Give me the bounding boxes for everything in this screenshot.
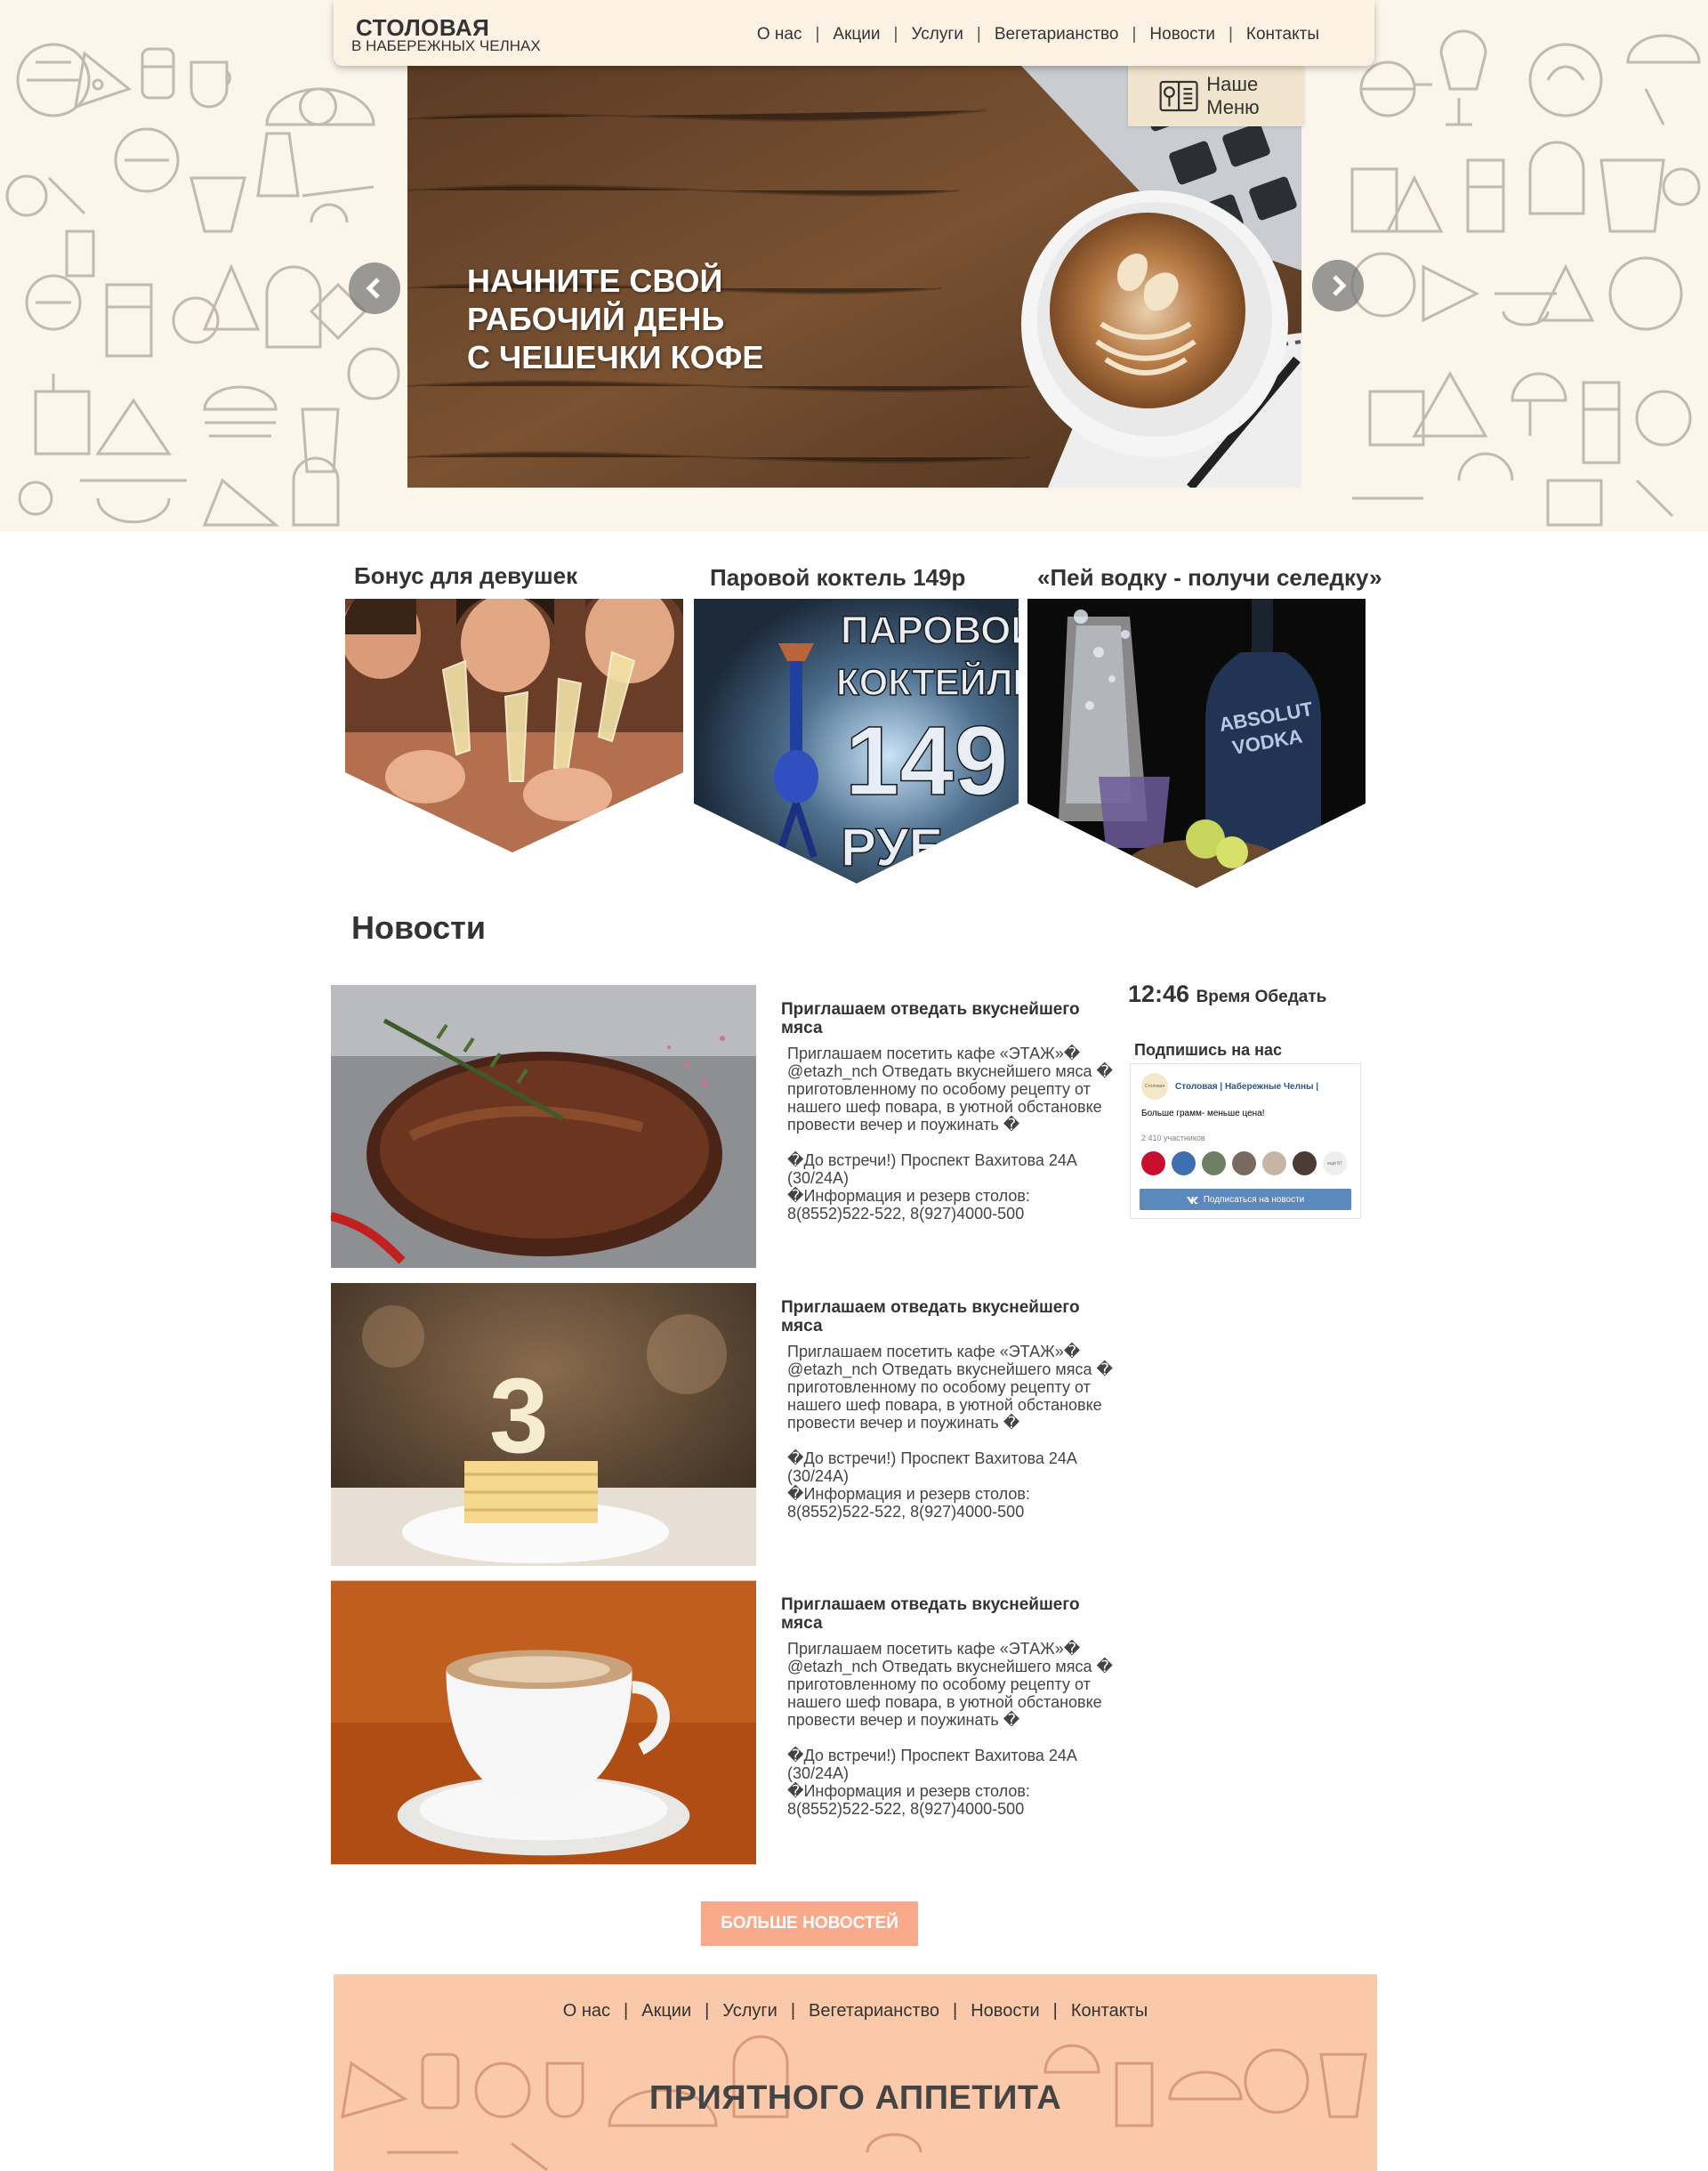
avatar-more[interactable]: ещё 57 [1323, 1151, 1347, 1175]
slide-caption-line-3: С ЧЕШЕЧКИ КОФЕ [467, 339, 764, 375]
vk-group-logo[interactable]: Столовая [1141, 1073, 1168, 1100]
hero-slider: НАЧНИТЕ СВОЙ РАБОЧИЙ ДЕНЬ С ЧЕШЕЧКИ КОФЕ [407, 66, 1301, 488]
avatar[interactable] [1293, 1151, 1317, 1175]
vk-member-avatars: ещё 57 [1141, 1151, 1353, 1175]
news-phone: �Информация и резерв столов: 8(8552)522-… [787, 1187, 1030, 1223]
promo-card-vodka[interactable]: ABSOLUT VODKA [1027, 599, 1366, 888]
nav-item-news[interactable]: Новости [1149, 25, 1215, 44]
steam-cocktail-image-text-2: КОКТЕЙЛЬ [836, 660, 1019, 703]
news-address: �До встречи!) Проспект Вахитова 24А (30/… [787, 1449, 1077, 1485]
news-text-paragraph: Приглашаем посетить кафе «ЭТАЖ»� @etazh_… [787, 1343, 1113, 1432]
avatar[interactable] [1262, 1151, 1286, 1175]
our-menu-label: Наше Меню [1206, 73, 1260, 118]
footer-nav: О нас | Акции | Услуги | Вегетарианство … [334, 2001, 1377, 2022]
nav-item-about[interactable]: О нас [757, 25, 802, 44]
vk-icon [1186, 1196, 1198, 1204]
news-title[interactable]: Приглашаем отведать вкуснейшего мяса [781, 1000, 1119, 1037]
news-heading: Новости [351, 909, 486, 946]
slide-caption-line-1: НАЧНИТЕ СВОЙ [467, 262, 723, 299]
promo-title-vodka: «Пей водку - получи селедку» [1037, 564, 1382, 591]
avatar[interactable] [1232, 1151, 1256, 1175]
lunch-clock: 12:46 Время Обедать [1128, 981, 1326, 1008]
nav-separator: | [624, 2001, 629, 2021]
slider-next-button[interactable] [1312, 260, 1364, 311]
nav-item-vegetarian[interactable]: Вегетарианство [995, 25, 1119, 44]
footer-slogan: ПРИЯТНОГО АППЕТИТА [649, 2079, 1062, 2117]
vk-group-widget: Столовая Столовая | Набережные Челны | Б… [1130, 1063, 1361, 1219]
vk-group-name[interactable]: Столовая | Набережные Челны | [1175, 1082, 1318, 1092]
footer-nav-vegetarian[interactable]: Вегетарианство [809, 2001, 939, 2022]
news-text-paragraph: Приглашаем посетить кафе «ЭТАЖ»� @etazh_… [787, 1045, 1113, 1134]
top-navbar: СТОЛОВАЯ В НАБЕРЕЖНЫХ ЧЕЛНАХ О нас | Акц… [334, 0, 1374, 66]
promo-card-girls-bonus[interactable] [345, 599, 683, 852]
avatar[interactable] [1202, 1151, 1226, 1175]
nav-separator: | [815, 25, 820, 44]
news-image-steak[interactable] [331, 985, 756, 1268]
clock-time: 12:46 [1128, 981, 1190, 1007]
footer-nav-services[interactable]: Услуги [722, 2001, 777, 2022]
nav-item-contacts[interactable]: Контакты [1246, 25, 1319, 44]
nav-separator: | [893, 25, 898, 44]
our-menu-button[interactable]: Наше Меню [1128, 66, 1304, 126]
vk-group-status: Больше грамм- меньше цена! [1141, 1109, 1265, 1118]
subscribe-label: Подпишись на нас [1134, 1041, 1282, 1059]
svg-text:3: 3 [489, 1356, 549, 1475]
promo-card-steam-cocktail[interactable]: ПАРОВОЙ КОКТЕЙЛЬ 149 РУБ [694, 599, 1019, 884]
news-phone: �Информация и резерв столов: 8(8552)522-… [787, 1782, 1030, 1818]
hero-section: НАЧНИТЕ СВОЙ РАБОЧИЙ ДЕНЬ С ЧЕШЕЧКИ КОФЕ… [0, 0, 1708, 532]
news-body: Приглашаем посетить кафе «ЭТАЖ»� @etazh_… [787, 1045, 1116, 1223]
promo-title-girls-bonus: Бонус для девушек [354, 562, 578, 589]
nav-separator: | [976, 25, 981, 44]
news-body: Приглашаем посетить кафе «ЭТАЖ»� @etazh_… [787, 1640, 1116, 1818]
main-nav: О нас | Акции | Услуги | Вегетарианство … [757, 25, 1319, 44]
nav-separator: | [953, 2001, 958, 2021]
news-address: �До встречи!) Проспект Вахитова 24А (30/… [787, 1747, 1077, 1782]
clock-label: Время Обедать [1196, 988, 1327, 1006]
steam-cocktail-image-text-3: 149 [845, 706, 1009, 816]
news-phone: �Информация и резерв столов: 8(8552)522-… [787, 1485, 1030, 1521]
chevron-left-icon [366, 278, 380, 299]
nav-item-services[interactable]: Услуги [911, 25, 963, 44]
nav-separator: | [705, 2001, 710, 2021]
footer-nav-news[interactable]: Новости [971, 2001, 1039, 2022]
avatar[interactable] [1141, 1151, 1165, 1175]
menu-book-icon [1159, 80, 1198, 112]
news-body: Приглашаем посетить кафе «ЭТАЖ»� @etazh_… [787, 1343, 1116, 1521]
news-image-coffee-cup[interactable] [331, 1580, 756, 1865]
footer: О нас | Акции | Услуги | Вегетарианство … [334, 1974, 1377, 2171]
nav-separator: | [1228, 25, 1233, 44]
nav-separator: | [790, 2001, 796, 2021]
vk-subscribe-label: Подписаться на новости [1203, 1194, 1305, 1205]
news-image-cake[interactable]: 3 [331, 1283, 756, 1566]
footer-nav-contacts[interactable]: Контакты [1071, 2001, 1148, 2022]
promo-title-steam-cocktail: Паровой коктель 149р [710, 564, 966, 591]
slide-caption: НАЧНИТЕ СВОЙ РАБОЧИЙ ДЕНЬ С ЧЕШЕЧКИ КОФЕ [467, 262, 763, 376]
news-address: �До встречи!) Проспект Вахитова 24А (30/… [787, 1151, 1077, 1187]
logo-subtitle: В НАБЕРЕЖНЫХ ЧЕЛНАХ [351, 37, 541, 54]
slide-caption-line-2: РАБОЧИЙ ДЕНЬ [467, 301, 725, 337]
nav-item-promotions[interactable]: Акции [833, 25, 880, 44]
chevron-right-icon [1333, 275, 1347, 296]
nav-separator: | [1132, 25, 1137, 44]
slider-prev-button[interactable] [349, 262, 400, 314]
more-news-button[interactable]: БОЛЬШЕ НОВОСТЕЙ [701, 1901, 918, 1946]
avatar[interactable] [1172, 1151, 1196, 1175]
footer-nav-about[interactable]: О нас [563, 2001, 610, 2022]
steam-cocktail-image-text-4: РУБ [841, 818, 947, 877]
vk-subscribe-button[interactable]: Подписаться на новости [1140, 1189, 1351, 1210]
news-text-paragraph: Приглашаем посетить кафе «ЭТАЖ»� @etazh_… [787, 1640, 1113, 1729]
vk-members-count: 2 410 участников [1141, 1134, 1205, 1142]
steam-cocktail-image-text-1: ПАРОВОЙ [841, 607, 1019, 652]
footer-nav-promotions[interactable]: Акции [641, 2001, 691, 2022]
nav-separator: | [1052, 2001, 1058, 2021]
news-title[interactable]: Приглашаем отведать вкуснейшего мяса [781, 1595, 1119, 1633]
news-title[interactable]: Приглашаем отведать вкуснейшего мяса [781, 1298, 1119, 1336]
